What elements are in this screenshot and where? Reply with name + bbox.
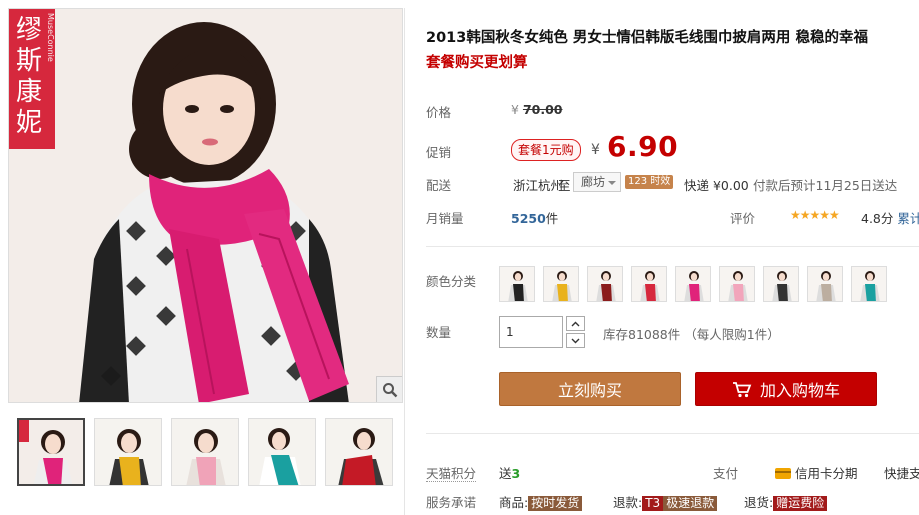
quantity-decrease-button[interactable] xyxy=(566,333,585,348)
shipping-eta: 付款后预计11月25日送达 xyxy=(753,178,898,193)
refund-label: 退款: xyxy=(613,495,643,510)
quick-pay[interactable]: 快捷支 xyxy=(884,463,919,482)
points-give: 送 xyxy=(499,466,512,481)
product-title: 2013韩国秋冬女纯色 男女士情侣韩版毛线围巾披肩两用 稳稳的幸福 xyxy=(426,30,868,46)
ship-to-word: 至 xyxy=(558,178,571,193)
color-swatch[interactable] xyxy=(543,266,579,302)
divider xyxy=(426,433,919,434)
color-swatch[interactable] xyxy=(499,266,535,302)
thumbnail-3[interactable] xyxy=(171,418,239,486)
shipping-label: 配送 xyxy=(426,178,452,193)
chevron-down-icon xyxy=(608,181,616,189)
rating-score-value: 4.8分 xyxy=(861,211,894,226)
color-swatch[interactable] xyxy=(763,266,799,302)
magnifier-icon[interactable] xyxy=(376,376,402,402)
original-price: ¥ 70.00 xyxy=(511,102,562,117)
points-value: 送3 xyxy=(499,463,520,482)
credit-card-icon xyxy=(775,468,791,479)
return-label: 退货: xyxy=(744,495,774,510)
service-return[interactable]: 退货: 赠运费险 xyxy=(744,492,828,511)
color-swatch[interactable] xyxy=(631,266,667,302)
chevron-down-icon xyxy=(571,338,580,343)
product-subtitle[interactable]: 套餐购买更划算 xyxy=(426,51,528,72)
quantity-increase-button[interactable] xyxy=(566,316,585,331)
product-info-panel: 2013韩国秋冬女纯色 男女士情侣韩版毛线围巾披肩两用 稳稳的幸福 套餐购买更划… xyxy=(404,8,919,515)
rating-score: 4.8分 累计4 xyxy=(861,208,919,227)
cumulative-reviews-link[interactable]: 累计4 xyxy=(897,211,919,226)
promo-badge[interactable]: 套餐1元购 xyxy=(511,139,581,161)
monthly-sales-label: 月销量 xyxy=(426,211,464,226)
service-label: 服务承诺 xyxy=(426,495,477,510)
points-amount: 3 xyxy=(511,466,521,481)
promo-label: 促销 xyxy=(426,145,452,160)
price-panel: 价格 ¥ 70.00 促销 套餐1元购 ¥ 6.90 配送 浙江杭州 至 廊坊 … xyxy=(419,84,919,230)
price-label: 价格 xyxy=(426,105,452,120)
sales-unit: 件 xyxy=(545,211,559,226)
stock-info: 库存81088件 （每人限购1件） xyxy=(603,327,780,342)
color-swatch[interactable] xyxy=(719,266,755,302)
sales-count: 5250 xyxy=(511,211,546,226)
on-time-delivery-tag: 按时发货 xyxy=(528,496,583,511)
service-refund[interactable]: 退款: T3 极速退款 xyxy=(613,492,718,511)
product-gallery: 缪斯康妮 MuseConnie xyxy=(8,8,403,403)
add-to-cart-button[interactable]: 加入购物车 xyxy=(695,372,877,406)
thumbnail-1[interactable] xyxy=(17,418,85,486)
service-goods[interactable]: 商品: 按时发货 xyxy=(499,492,583,511)
ship-from: 浙江杭州 xyxy=(513,178,564,193)
main-product-image[interactable]: 缪斯康妮 MuseConnie xyxy=(8,8,403,403)
currency-symbol: ¥ xyxy=(511,102,519,117)
credit-installment-label: 信用卡分期 xyxy=(794,466,858,481)
monthly-sales: 5250件 xyxy=(511,208,558,227)
thumbnail-4[interactable] xyxy=(248,418,316,486)
add-to-cart-label: 加入购物车 xyxy=(759,381,840,400)
promo-price: 6.90 xyxy=(607,130,679,163)
goods-label: 商品: xyxy=(499,495,529,510)
divider xyxy=(426,246,919,247)
city-select[interactable]: 廊坊 xyxy=(573,172,621,192)
t3-tag: T3 xyxy=(642,496,664,511)
model-illustration xyxy=(9,9,402,402)
fast-refund-tag: 极速退款 xyxy=(663,496,718,511)
cart-icon xyxy=(732,381,752,397)
color-swatch[interactable] xyxy=(851,266,887,302)
rating-stars: ★★★★★ xyxy=(790,208,840,222)
color-label: 颜色分类 xyxy=(426,274,477,289)
quantity-input[interactable]: 1 xyxy=(499,316,563,348)
shipping-insurance-tag: 赠运费险 xyxy=(773,496,828,511)
thumbnail-5[interactable] xyxy=(325,418,393,486)
city-value: 廊坊 xyxy=(581,175,606,189)
color-swatch[interactable] xyxy=(807,266,843,302)
shipping-fee: 快递 ¥0.00 xyxy=(684,178,749,193)
color-swatch[interactable] xyxy=(587,266,623,302)
color-swatch[interactable] xyxy=(675,266,711,302)
quantity-label: 数量 xyxy=(426,325,452,340)
original-price-value: 70.00 xyxy=(522,102,563,117)
promo-currency: ¥ xyxy=(591,142,600,158)
delivery-time-badge: 123 时效 xyxy=(625,175,674,189)
chevron-up-icon xyxy=(571,321,580,326)
rating-label: 评价 xyxy=(730,211,756,226)
points-label-link[interactable]: 天猫积分 xyxy=(426,463,477,482)
thumbnail-2[interactable] xyxy=(94,418,162,486)
brand-logo: 缪斯康妮 MuseConnie xyxy=(9,9,55,149)
brand-name-cn: 缪斯康妮 xyxy=(15,15,42,138)
buy-now-button[interactable]: 立刻购买 xyxy=(499,372,681,406)
payment-label: 支付 xyxy=(713,466,739,481)
credit-installment[interactable]: 信用卡分期 xyxy=(775,463,858,482)
points-label: 天猫积分 xyxy=(426,466,477,482)
brand-name-en: MuseConnie xyxy=(46,13,55,62)
thumbnail-strip xyxy=(8,418,403,486)
